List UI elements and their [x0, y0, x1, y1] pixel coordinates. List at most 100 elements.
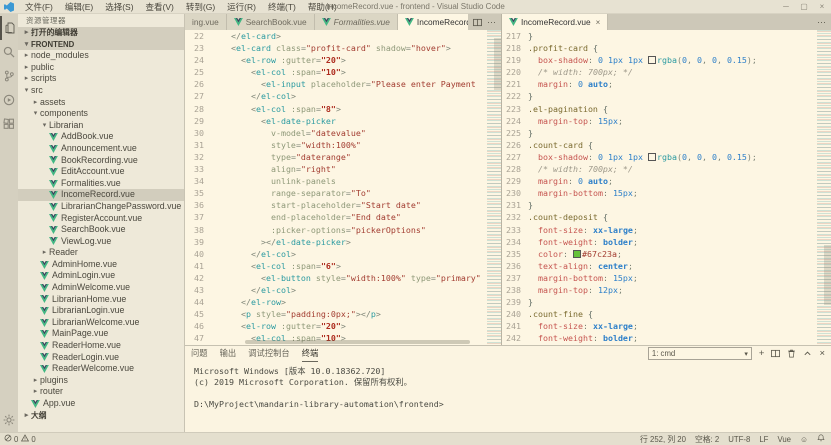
close-icon[interactable]: ×	[596, 18, 601, 27]
tree-item-router[interactable]: ▸router	[18, 386, 184, 398]
code-line[interactable]: margin-bottom: 15px;	[528, 272, 817, 284]
feedback-smiley[interactable]: ☺	[800, 435, 808, 444]
terminal-output[interactable]: Microsoft Windows [版本 10.0.18362.720](c)…	[185, 361, 831, 432]
code-line[interactable]: /* width: 700px; */	[528, 66, 817, 78]
panel-tab-调试控制台[interactable]: 调试控制台	[248, 345, 290, 362]
minimap[interactable]	[487, 30, 501, 345]
panel-tab-问题[interactable]: 问题	[191, 345, 208, 362]
code-line[interactable]: box-shadow: 0 1px 1px rgba(0, 0, 0, 0.15…	[528, 151, 817, 163]
tree-item-public[interactable]: ▸public	[18, 62, 184, 74]
code-line[interactable]: box-shadow: 0 1px 1px rgba(0, 0, 0, 0.15…	[528, 54, 817, 66]
activitybar-extensions[interactable]	[0, 112, 18, 136]
code-line[interactable]: range-separator="To"	[211, 187, 487, 199]
menu-item[interactable]: 终端(T)	[262, 2, 302, 12]
code-line[interactable]: <el-row :gutter="20">	[211, 320, 487, 332]
code-line[interactable]: <el-input placeholder="Please enter Paym…	[211, 78, 487, 90]
code-line[interactable]: v-model="datevalue"	[211, 127, 487, 139]
trash-icon[interactable]	[787, 349, 796, 359]
minimize-button[interactable]: ─	[777, 2, 795, 11]
code-line[interactable]: }	[528, 127, 817, 139]
tree-item-components[interactable]: ▾components	[18, 108, 184, 120]
code-line[interactable]: margin: 0 auto;	[528, 78, 817, 90]
tree-item-registeraccount-vue[interactable]: RegisterAccount.vue	[18, 213, 184, 225]
horizontal-scrollbar[interactable]	[245, 340, 470, 344]
split-editor-icon[interactable]	[473, 18, 482, 27]
code-line[interactable]: .count-fine {	[528, 308, 817, 320]
notifications-bell[interactable]	[817, 434, 825, 444]
code-line[interactable]: /* width: 700px; */	[528, 163, 817, 175]
tree-item-formalities-vue[interactable]: Formalities.vue	[18, 178, 184, 190]
code-editor[interactable]: 2172182192202212222232242252262272282292…	[502, 30, 831, 345]
code-line[interactable]: font-weight: bolder;	[528, 236, 817, 248]
menu-item[interactable]: 查看(V)	[140, 2, 180, 12]
tab-ing-vue[interactable]: ing.vue	[185, 14, 227, 30]
status-warnings[interactable]: 0	[21, 434, 35, 444]
code-line[interactable]: </el-row>	[211, 296, 487, 308]
tree-item-plugins[interactable]: ▸plugins	[18, 375, 184, 387]
code-line[interactable]: color: #67c23a;	[528, 248, 817, 260]
code-line[interactable]: <el-card class="profit-card" shadow="hov…	[211, 42, 487, 54]
status-errors[interactable]: 0	[4, 434, 18, 444]
code-line[interactable]: text-align: center;	[528, 260, 817, 272]
more-icon[interactable]: ···	[817, 17, 826, 27]
tree-item-bookrecording-vue[interactable]: BookRecording.vue	[18, 155, 184, 167]
code-line[interactable]: </el-card>	[211, 30, 487, 42]
scrollbar-slider[interactable]	[824, 245, 831, 305]
tree-item-editaccount-vue[interactable]: EditAccount.vue	[18, 166, 184, 178]
tree-item-reader[interactable]: ▸Reader	[18, 247, 184, 259]
code-line[interactable]: }	[528, 30, 817, 42]
tree-item-viewlog-vue[interactable]: ViewLog.vue	[18, 236, 184, 248]
minimap[interactable]	[817, 30, 831, 345]
code-line[interactable]: .count-card {	[528, 139, 817, 151]
tree-item-addbook-vue[interactable]: AddBook.vue	[18, 131, 184, 143]
tab-searchbook-vue[interactable]: SearchBook.vue	[227, 14, 315, 30]
code-line[interactable]: <el-col :span="10">	[211, 66, 487, 78]
tree-item-searchbook-vue[interactable]: SearchBook.vue	[18, 224, 184, 236]
maximize-button[interactable]: ▢	[795, 2, 813, 11]
panel-tab-终端[interactable]: 终端	[302, 345, 319, 362]
code-line[interactable]: font-weight: bolder;	[528, 332, 817, 344]
plus-icon[interactable]: +	[759, 349, 765, 359]
scrollbar-slider[interactable]	[494, 38, 501, 90]
code-line[interactable]: </el-col>	[211, 248, 487, 260]
code-line[interactable]: font-size: xx-large;	[528, 320, 817, 332]
activitybar-settings-gear[interactable]	[0, 408, 18, 432]
status-text-2[interactable]: UTF-8	[728, 435, 750, 444]
menu-item[interactable]: 转到(G)	[180, 2, 221, 12]
menu-item[interactable]: 选择(S)	[99, 2, 139, 12]
close-button[interactable]: ×	[813, 2, 831, 11]
code-line[interactable]: </el-col>	[211, 284, 487, 296]
tree-item-mainpage-vue[interactable]: MainPage.vue	[18, 328, 184, 340]
tree-item-incomerecord-vue[interactable]: IncomeRecord.vue	[18, 189, 184, 201]
activitybar-run-debug[interactable]	[0, 88, 18, 112]
panel-tab-输出[interactable]: 输出	[220, 345, 237, 362]
activitybar-search[interactable]	[0, 40, 18, 64]
code-line[interactable]: <el-col :span="6">	[211, 260, 487, 272]
activitybar-explorer[interactable]	[0, 16, 18, 40]
code-line[interactable]: .count-deposit {	[528, 211, 817, 223]
code-line[interactable]: ></el-date-picker>	[211, 236, 487, 248]
code-line[interactable]: }	[528, 90, 817, 102]
code-line[interactable]: }	[528, 199, 817, 211]
tree-item-readerlogin-vue[interactable]: ReaderLogin.vue	[18, 352, 184, 364]
code-line[interactable]: align="right"	[211, 163, 487, 175]
code-line[interactable]: .profit-card {	[528, 42, 817, 54]
tree-section-FRONTEND[interactable]: ▾FRONTEND	[18, 39, 184, 51]
status-text-0[interactable]: 行 252, 列 20	[640, 434, 686, 445]
tab-formalities-vue[interactable]: Formalities.vue	[315, 14, 398, 30]
chevron-up-icon[interactable]	[803, 349, 812, 359]
code-line[interactable]: margin-bottom: 15px;	[528, 187, 817, 199]
status-text-4[interactable]: Vue	[777, 435, 791, 444]
tree-item-adminlogin-vue[interactable]: AdminLogin.vue	[18, 270, 184, 282]
menu-item[interactable]: 编辑(E)	[59, 2, 99, 12]
tree-item-announcement-vue[interactable]: Announcement.vue	[18, 143, 184, 155]
tree-item-scripts[interactable]: ▸scripts	[18, 73, 184, 85]
tree-item-adminwelcome-vue[interactable]: AdminWelcome.vue	[18, 282, 184, 294]
code-line[interactable]: <el-button style="width:100%" type="prim…	[211, 272, 487, 284]
tree-section-打开的编辑器[interactable]: ▸打开的编辑器	[18, 27, 184, 39]
code-line[interactable]: .el-pagination {	[528, 103, 817, 115]
code-line[interactable]: </el-col>	[211, 90, 487, 102]
code-line[interactable]: font-size: xx-large;	[528, 224, 817, 236]
code-line[interactable]: <el-row :gutter="20">	[211, 54, 487, 66]
terminal-select[interactable]: 1: cmd ▾	[648, 347, 752, 360]
